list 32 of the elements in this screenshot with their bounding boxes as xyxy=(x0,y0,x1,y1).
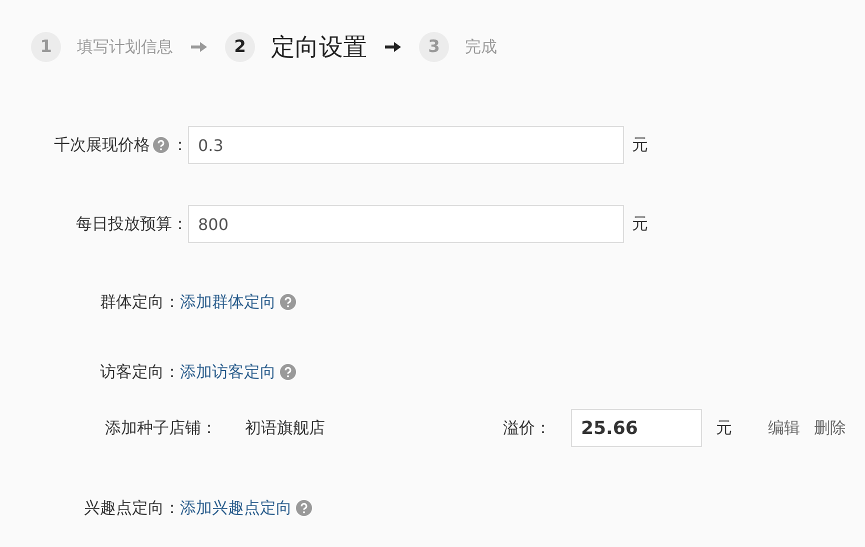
field-label: 千次展现价格 xyxy=(54,134,150,156)
premium-input[interactable]: 25.66 xyxy=(571,409,702,447)
action-link[interactable]: 删除 xyxy=(814,418,846,438)
step-number: 1 xyxy=(31,32,61,62)
add-targeting-link[interactable]: 添加兴趣点定向 xyxy=(180,498,292,518)
unit-label: 元 xyxy=(632,214,648,234)
step-label: 填写计划信息 xyxy=(77,36,173,58)
step-label: 定向设置 xyxy=(271,32,367,63)
unit-label: 元 xyxy=(632,134,648,156)
action-link[interactable]: 编辑 xyxy=(768,418,800,438)
input-field[interactable]: 800 xyxy=(188,205,624,243)
step-number: 3 xyxy=(419,32,449,62)
help-icon[interactable] xyxy=(296,500,312,516)
step-label: 完成 xyxy=(465,36,497,58)
help-icon[interactable] xyxy=(280,294,296,310)
colon: ： xyxy=(172,134,188,156)
seed-shop-label: 添加种子店铺： xyxy=(105,418,218,438)
unit-label: 元 xyxy=(716,418,733,438)
targeting-label: 兴趣点定向： xyxy=(84,498,180,518)
step-number: 2 xyxy=(225,32,255,62)
arrow-icon xyxy=(191,41,207,53)
shop-name: 初语旗舰店 xyxy=(245,418,326,438)
input-field[interactable]: 0.3 xyxy=(188,126,624,164)
help-icon[interactable] xyxy=(280,364,296,380)
premium-label: 溢价： xyxy=(503,418,552,438)
add-targeting-link[interactable]: 添加访客定向 xyxy=(180,362,276,382)
help-icon[interactable] xyxy=(153,137,169,153)
field-label: 每日投放预算： xyxy=(76,214,188,234)
arrow-icon xyxy=(385,41,401,53)
targeting-label: 群体定向： xyxy=(100,292,180,312)
targeting-label: 访客定向： xyxy=(100,362,180,382)
add-targeting-link[interactable]: 添加群体定向 xyxy=(180,292,276,312)
